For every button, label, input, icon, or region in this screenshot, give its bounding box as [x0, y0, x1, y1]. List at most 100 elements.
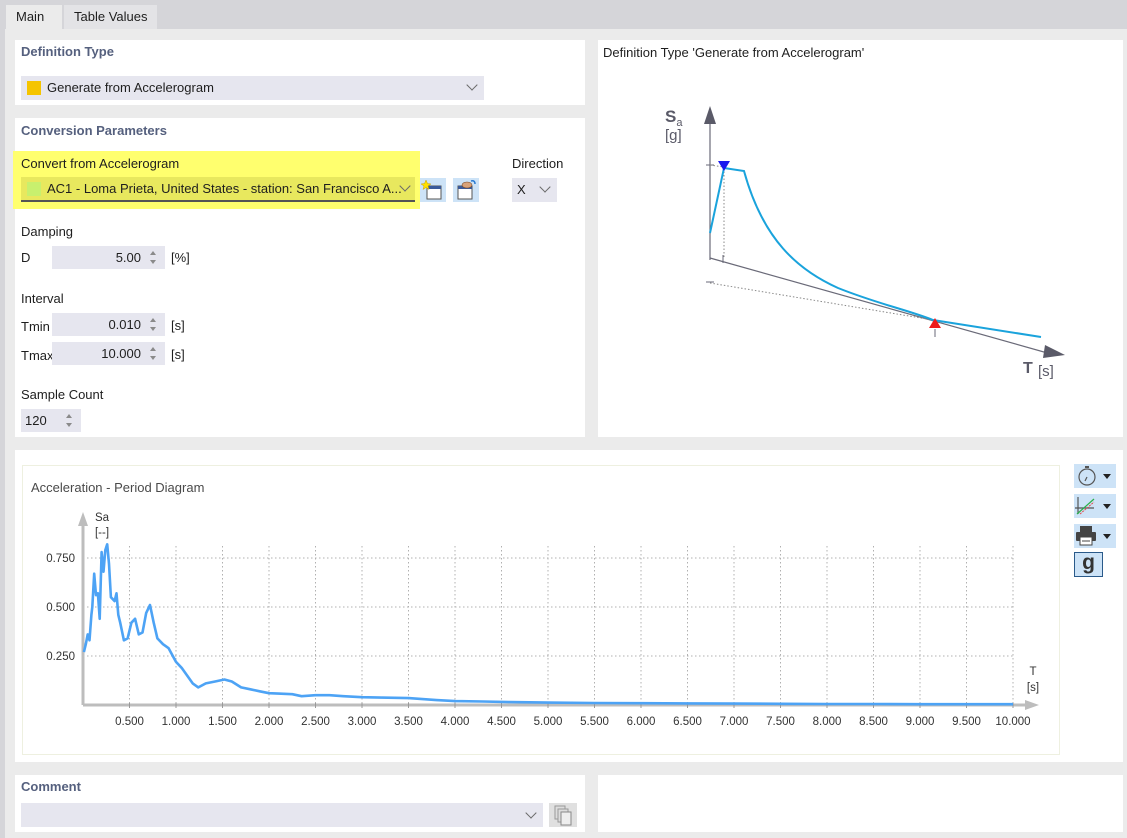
comment-panel: Comment — [15, 775, 585, 832]
x-tick-label: 7.500 — [766, 716, 795, 728]
chevron-down-icon — [466, 79, 478, 91]
interval-label: Interval — [21, 291, 64, 306]
tmax-input[interactable]: 10.000 — [52, 342, 165, 365]
tmin-value: 0.010 — [108, 317, 141, 332]
new-accelerogram-icon — [420, 179, 442, 200]
definition-type-swatch — [27, 81, 41, 95]
comment-library-button[interactable] — [549, 803, 577, 827]
accelerogram-value: AC1 - Loma Prieta, United States - stati… — [47, 181, 402, 196]
x-tick-label: 6.000 — [627, 716, 656, 728]
preview-spectrum-curve — [709, 166, 1042, 338]
tmin-symbol: Tmin — [21, 319, 50, 334]
preview-guide — [709, 282, 934, 321]
preview-x-axis — [709, 257, 1065, 358]
preview-diagram: Sa [g] T [s] — [665, 106, 1065, 380]
spinner-arrows-icon[interactable] — [149, 249, 157, 266]
window-edge — [0, 0, 5, 838]
damping-value: 5.00 — [115, 250, 141, 265]
y-tick-label: 0.250 — [46, 651, 75, 663]
x-tick-label: 3.000 — [348, 716, 377, 728]
definition-type-title: Definition Type — [21, 44, 114, 59]
direction-value: X — [517, 182, 526, 197]
conversion-parameters-title: Conversion Parameters — [21, 123, 167, 138]
accelerogram-swatch — [27, 182, 41, 196]
x-tick-label: 9.000 — [906, 716, 935, 728]
tmin-unit: [s] — [171, 318, 185, 333]
tmin-input[interactable]: 0.010 — [52, 313, 165, 336]
tmax-symbol: Tmax — [21, 348, 54, 363]
sample-count-label: Sample Count — [21, 387, 104, 402]
x-tick-label: 4.500 — [487, 716, 516, 728]
stopwatch-button[interactable] — [1074, 464, 1116, 488]
y-tick-label: 0.750 — [46, 553, 75, 565]
preview-x-label: T — [1023, 360, 1033, 377]
definition-type-value: Generate from Accelerogram — [47, 80, 214, 95]
x-tick-label: 1.500 — [208, 716, 237, 728]
dropdown-arrow-icon — [1103, 534, 1111, 539]
tab-bar — [5, 0, 1127, 29]
x-axis-label: T — [1029, 666, 1036, 678]
series-line-sa — [82, 543, 1013, 706]
chart-panel: Acceleration - Period Diagram 0.500 1.000… — [15, 450, 1123, 762]
x-tick-label: 2.000 — [255, 716, 284, 728]
damping-label: Damping — [21, 224, 74, 239]
definition-type-select[interactable]: Generate from Accelerogram — [21, 76, 484, 100]
printer-icon — [1076, 526, 1096, 546]
tab-table-values[interactable]: Table Values — [64, 5, 158, 29]
y-tick-label: 0.500 — [46, 602, 75, 614]
preview-y-label: Sa — [665, 107, 683, 129]
edit-accelerogram-button[interactable] — [453, 178, 479, 202]
y-axis-arrow — [78, 512, 88, 526]
chevron-down-icon — [539, 181, 551, 193]
x-tick-label: 1.000 — [162, 716, 191, 728]
x-tick-label: 6.500 — [673, 716, 702, 728]
comment-title: Comment — [21, 779, 81, 794]
x-tick-label: 3.500 — [394, 716, 423, 728]
y-axis-label: Sa — [95, 512, 110, 524]
sample-count-input[interactable]: 120 — [21, 409, 81, 432]
stopwatch-icon — [1078, 466, 1096, 486]
spinner-arrows-icon[interactable] — [149, 316, 157, 333]
accelerogram-select[interactable]: AC1 - Loma Prieta, United States - stati… — [21, 177, 415, 202]
gravity-units-icon: g — [1082, 551, 1095, 574]
axis-scale-button[interactable] — [1074, 494, 1116, 518]
copy-library-icon — [554, 805, 572, 826]
x-tick-label: 8.500 — [859, 716, 888, 728]
y-axis-unit: [--] — [95, 527, 109, 539]
new-accelerogram-button[interactable] — [420, 178, 446, 202]
chevron-down-icon — [525, 807, 537, 819]
damping-unit: [%] — [171, 250, 190, 265]
gravity-units-button[interactable]: g — [1074, 552, 1103, 577]
tmax-unit: [s] — [171, 347, 185, 362]
direction-label: Direction — [512, 156, 564, 171]
x-tick-label: 2.500 — [301, 716, 330, 728]
print-button[interactable] — [1074, 524, 1116, 548]
direction-select[interactable]: X — [512, 178, 557, 202]
x-tick-label: 9.500 — [952, 716, 981, 728]
damping-input[interactable]: 5.00 — [52, 246, 165, 269]
preview-y-unit: [g] — [665, 127, 682, 144]
x-tick-label: 5.500 — [580, 716, 609, 728]
x-tick-label: 4.000 — [441, 716, 470, 728]
edit-accelerogram-icon — [457, 180, 476, 200]
x-tick-label: 0.500 — [115, 716, 144, 728]
comment-input[interactable] — [21, 803, 543, 827]
tab-main[interactable]: Main — [6, 5, 62, 29]
x-axis-arrow — [1025, 700, 1039, 710]
acceleration-period-chart: 0.500 1.000 1.500 2.000 2.500 3.000 3.500 4.000… — [46, 512, 1039, 728]
x-tick-label: 5.000 — [534, 716, 563, 728]
dropdown-arrow-icon — [1103, 504, 1111, 509]
x-tick-label: 8.000 — [813, 716, 842, 728]
spinner-arrows-icon[interactable] — [149, 345, 157, 362]
dropdown-arrow-icon — [1103, 474, 1111, 479]
x-tick-label: 10.000 — [995, 716, 1030, 728]
x-tick-label: 7.000 — [720, 716, 749, 728]
preview-y-axis — [704, 106, 716, 260]
damping-symbol: D — [21, 250, 31, 265]
sample-count-value: 120 — [25, 413, 47, 428]
accelerogram-label: Convert from Accelerogram — [21, 156, 180, 171]
definition-preview-panel: Definition Type 'Generate from Accelerog… — [598, 40, 1123, 437]
spinner-arrows-icon[interactable] — [65, 412, 73, 429]
definition-type-panel: Definition Type Generate from Accelerogr… — [15, 40, 585, 105]
x-axis-unit: [s] — [1027, 682, 1039, 694]
